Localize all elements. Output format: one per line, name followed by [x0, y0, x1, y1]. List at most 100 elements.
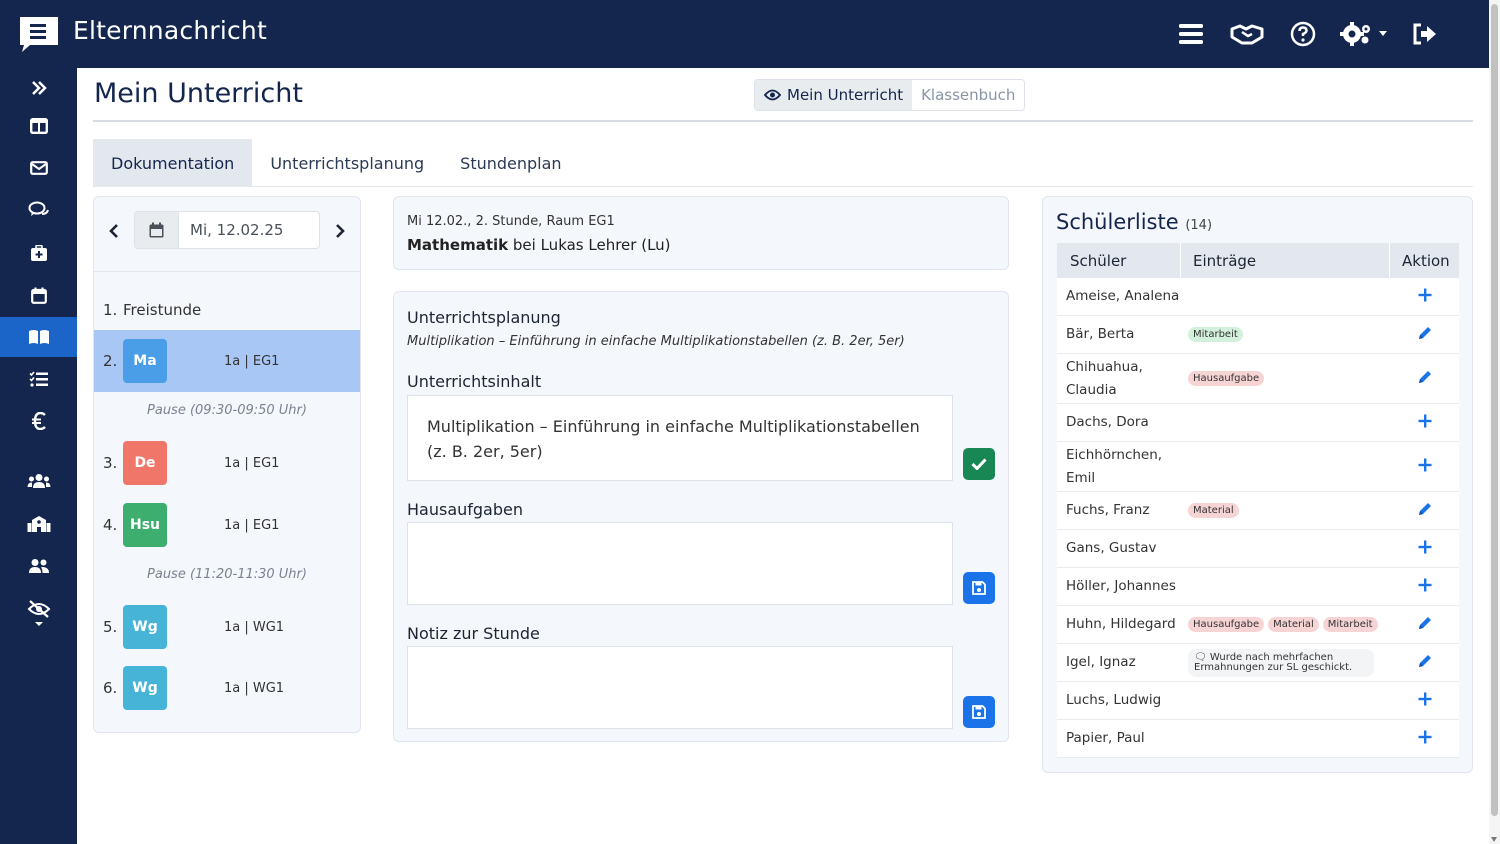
calendar-icon[interactable] — [135, 212, 179, 248]
student-row: Gans, Gustav — [1057, 530, 1459, 568]
previous-day-button[interactable] — [104, 221, 124, 241]
add-entry-button[interactable] — [1390, 404, 1459, 441]
add-entry-button[interactable] — [1390, 568, 1459, 605]
school-icon[interactable] — [0, 504, 77, 544]
lesson-number: 6. — [103, 679, 118, 697]
pencil-icon — [1417, 501, 1433, 521]
student-entries — [1181, 720, 1390, 757]
add-entry-button[interactable] — [1390, 278, 1459, 315]
student-list-panel: Schülerliste (14) Schüler Einträge Aktio… — [1042, 196, 1473, 773]
edit-entry-button[interactable] — [1390, 644, 1459, 681]
student-name: Papier, Paul — [1066, 730, 1145, 746]
student-row: Höller, Johannes — [1057, 568, 1459, 606]
save-homework-button[interactable] — [963, 572, 995, 604]
app-title: Elternnachricht — [73, 16, 267, 45]
euro-icon[interactable] — [0, 401, 77, 441]
tab-unterrichtsplanung[interactable]: Unterrichtsplanung — [252, 139, 442, 187]
content-textarea[interactable]: Multiplikation – Einführung in einfache … — [407, 395, 953, 481]
student-table: Schüler Einträge Aktion Ameise, Analena B… — [1057, 243, 1459, 758]
add-entry-button[interactable] — [1390, 442, 1459, 491]
app-logo-icon[interactable] — [18, 15, 60, 53]
date-picker[interactable]: Mi, 12.02.25 — [134, 211, 320, 249]
student-row: Fuchs, Franz Material — [1057, 492, 1459, 530]
student-entries — [1181, 530, 1390, 567]
expand-icon[interactable] — [0, 68, 77, 108]
entry-badge: Hausaufgabe — [1188, 617, 1265, 632]
mail-icon[interactable] — [0, 148, 77, 188]
book-icon[interactable] — [0, 317, 77, 357]
column-header-entries[interactable]: Einträge — [1181, 243, 1390, 278]
student-row: Papier, Paul — [1057, 720, 1459, 758]
homework-text — [408, 523, 952, 559]
edit-entry-button[interactable] — [1390, 606, 1459, 643]
save-icon — [972, 705, 986, 719]
lesson-row[interactable]: 5. Wg 1a | WG1 — [94, 596, 360, 658]
list-icon[interactable] — [1163, 17, 1219, 51]
subject-badge: De — [123, 441, 167, 485]
view-classbook-label: Klassenbuch — [921, 86, 1016, 104]
note-textarea[interactable] — [407, 646, 953, 729]
handshake-icon[interactable] — [1219, 17, 1275, 51]
edit-entry-button[interactable] — [1390, 354, 1459, 403]
lesson-number: 3. — [103, 454, 118, 472]
student-name: Eichhörnchen, Emil — [1066, 446, 1163, 486]
column-header-student[interactable]: Schüler — [1057, 243, 1181, 278]
student-name: Dachs, Dora — [1066, 414, 1149, 430]
entry-note: 🗨︎ Wurde nach mehrfachen Ermahnungen zur… — [1188, 648, 1374, 677]
pause-label: Pause (11:20-11:30 Uhr) — [147, 567, 307, 582]
student-row: Bär, Berta Mitarbeit — [1057, 316, 1459, 354]
lesson-row[interactable]: 4. Hsu 1a | EG1 — [94, 494, 360, 556]
save-note-button[interactable] — [963, 696, 995, 728]
chat-icon[interactable] — [0, 190, 77, 230]
logout-icon[interactable] — [1397, 17, 1453, 51]
lesson-class: 1a | WG1 — [224, 680, 285, 696]
settings-icon[interactable] — [1331, 17, 1397, 51]
users-icon[interactable] — [0, 461, 77, 501]
view-classbook-button[interactable]: Klassenbuch — [912, 80, 1025, 110]
chevron-right-icon — [336, 224, 345, 238]
student-name: Höller, Johannes — [1066, 578, 1176, 594]
page-scrollbar[interactable] — [1489, 0, 1500, 844]
hidden-icon[interactable] — [0, 590, 77, 638]
top-bar: Elternnachricht — [0, 0, 1489, 68]
edit-entry-button[interactable] — [1390, 316, 1459, 353]
confirm-content-button[interactable] — [963, 448, 995, 480]
plus-icon — [1418, 691, 1432, 710]
view-toggle: Mein Unterricht Klassenbuch — [754, 79, 1026, 111]
next-day-button[interactable] — [330, 221, 350, 241]
add-entry-button[interactable] — [1390, 530, 1459, 567]
tab-dokumentation[interactable]: Dokumentation — [93, 139, 253, 187]
homework-textarea[interactable] — [407, 522, 953, 605]
scroll-down-arrow-icon[interactable] — [1491, 837, 1497, 842]
lesson-class: 1a | EG1 — [224, 353, 280, 369]
group-icon[interactable] — [0, 546, 77, 586]
lesson-number: 2. — [103, 352, 118, 370]
tab-stundenplan[interactable]: Stundenplan — [442, 139, 579, 187]
medical-icon[interactable] — [0, 233, 77, 273]
lesson-row[interactable]: 6. Wg 1a | WG1 — [94, 657, 360, 719]
entry-note-text: Wurde nach mehrfachen Ermahnungen zur SL… — [1194, 651, 1353, 673]
entry-badge: Mitarbeit — [1188, 327, 1243, 342]
add-entry-button[interactable] — [1390, 720, 1459, 757]
add-entry-button[interactable] — [1390, 682, 1459, 719]
help-icon[interactable] — [1275, 17, 1331, 51]
note-text — [408, 647, 952, 683]
lesson-number: 1. — [103, 301, 118, 319]
plus-icon — [1418, 577, 1432, 596]
view-mine-button[interactable]: Mein Unterricht — [755, 80, 913, 110]
subject-badge: Wg — [123, 605, 167, 649]
edit-entry-button[interactable] — [1390, 492, 1459, 529]
dashboard-icon[interactable] — [0, 106, 77, 146]
lesson-row[interactable]: 2. Ma 1a | EG1 — [94, 330, 360, 392]
pause-label: Pause (09:30-09:50 Uhr) — [147, 403, 307, 418]
student-name: Ameise, Analena — [1066, 288, 1180, 304]
student-entries: Hausaufgabe — [1181, 354, 1390, 403]
lesson-row[interactable]: 3. De 1a | EG1 — [94, 432, 360, 494]
tasks-icon[interactable] — [0, 359, 77, 399]
column-header-action[interactable]: Aktion — [1390, 243, 1459, 278]
subject-badge: Hsu — [123, 503, 167, 547]
documentation-card: Unterrichtsplanung Multiplikation – Einf… — [393, 291, 1009, 742]
scrollbar-thumb[interactable] — [1491, 4, 1498, 816]
student-entries: Hausaufgabe Material Mitarbeit — [1181, 606, 1390, 643]
calendar-icon[interactable] — [0, 275, 77, 315]
